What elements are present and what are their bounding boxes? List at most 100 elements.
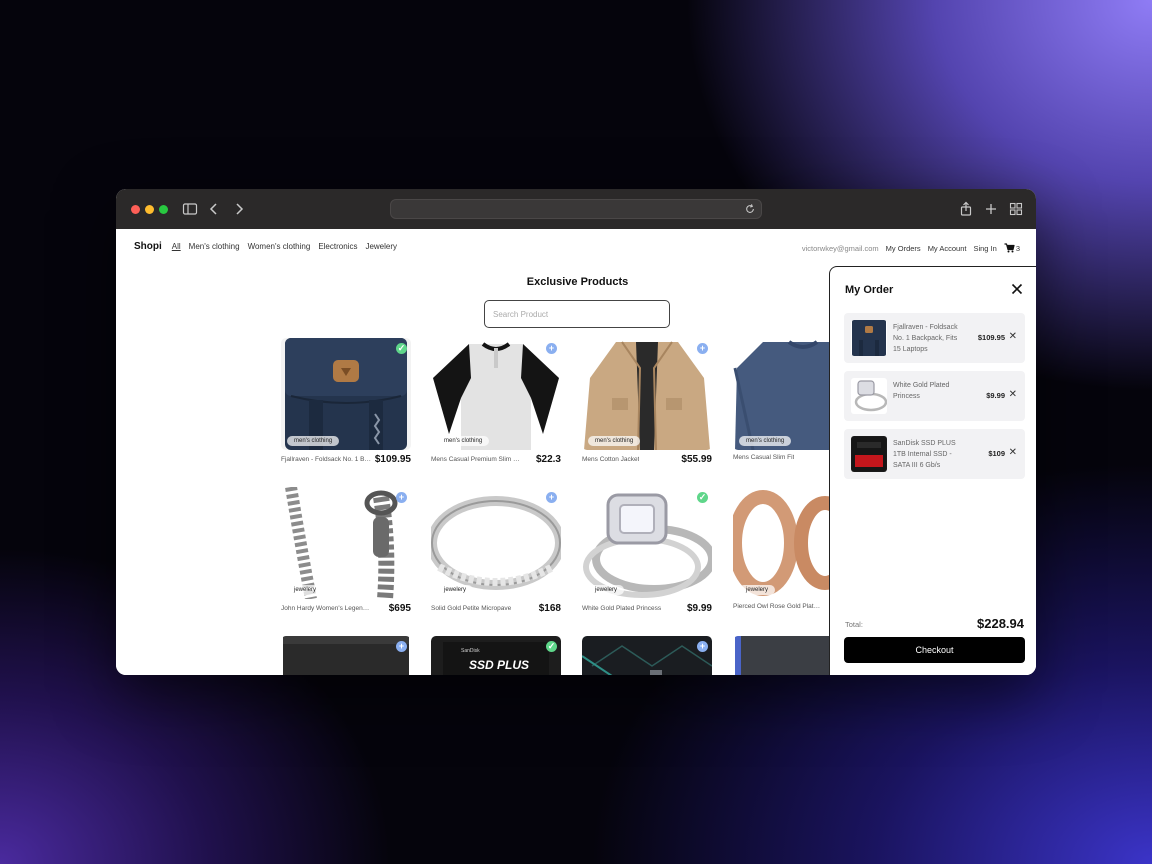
category-tag: jewelery <box>437 585 474 595</box>
add-icon[interactable]: + <box>697 641 708 652</box>
product-image[interactable]: men's clothing ✓ <box>281 338 411 450</box>
product-image[interactable]: men's clothing + <box>582 338 712 450</box>
gaming-drive-image <box>582 636 712 675</box>
check-icon[interactable]: ✓ <box>546 641 557 652</box>
nav-link-all[interactable]: All <box>172 242 181 251</box>
brand-logo[interactable]: Shopi <box>134 241 162 252</box>
forward-icon[interactable] <box>231 201 247 217</box>
nav-link-electronics[interactable]: Electronics <box>318 242 357 251</box>
close-icon[interactable] <box>1010 282 1024 296</box>
product-card[interactable]: jewelery + Solid Gold Petite Micropave $… <box>431 487 561 614</box>
main-nav: Shopi All Men's clothing Women's clothin… <box>134 241 397 252</box>
reload-icon[interactable] <box>744 203 756 215</box>
category-tag: men's clothing <box>437 436 490 446</box>
order-item: SanDisk SSD PLUS 1TB Internal SSD - SATA… <box>844 429 1025 479</box>
remove-item-icon[interactable]: ✕ <box>1009 331 1017 342</box>
ssd-model-text: SSD PLUS <box>469 658 529 672</box>
product-card[interactable]: men's clothing ✓ Fjallraven - Foldsack N… <box>281 338 411 465</box>
product-card[interactable]: SanDisk SSD PLUS ✓ <box>431 636 561 675</box>
share-icon[interactable] <box>958 201 974 217</box>
ssd-thumbnail-icon <box>852 437 886 471</box>
add-icon[interactable]: + <box>396 641 407 652</box>
category-tag: jewelery <box>287 585 324 595</box>
order-item-thumbnail <box>851 378 887 414</box>
product-image[interactable]: + <box>582 636 712 675</box>
backpack-image <box>285 338 407 450</box>
category-tag: men's clothing <box>588 436 641 446</box>
browser-toolbar <box>116 189 1036 229</box>
total-label: Total: <box>845 620 863 629</box>
user-email: victorwkey@gmail.com <box>801 243 879 253</box>
product-card[interactable]: men's clothing + Mens Casual Premium Sli… <box>431 338 561 465</box>
my-account-link[interactable]: My Account <box>928 244 967 253</box>
category-tag: men's clothing <box>287 436 340 446</box>
add-icon[interactable]: + <box>546 492 557 503</box>
order-panel-title: My Order <box>845 284 894 296</box>
order-item: Fjallraven - Foldsack No. 1 Backpack, Fi… <box>844 313 1025 363</box>
order-item-name: SanDisk SSD PLUS 1TB Internal SSD - SATA… <box>893 440 956 469</box>
product-price: $109.95 <box>374 454 411 465</box>
product-image[interactable]: + <box>281 636 411 675</box>
nav-link-womens-clothing[interactable]: Women's clothing <box>248 242 311 251</box>
remove-item-icon[interactable]: ✕ <box>1009 389 1017 400</box>
category-tag: men's clothing <box>739 436 792 446</box>
category-tag: jewelery <box>588 585 625 595</box>
order-item-thumbnail <box>851 320 887 356</box>
account-nav: victorwkey@gmail.com My Orders My Accoun… <box>802 243 1020 253</box>
search-input[interactable] <box>484 300 670 328</box>
add-icon[interactable]: + <box>697 343 708 354</box>
order-item-name: White Gold Plated Princess <box>893 382 950 400</box>
cart-count: 3 <box>1015 243 1020 253</box>
sidebar-icon[interactable] <box>182 201 198 217</box>
minimize-window-button[interactable] <box>145 205 154 214</box>
category-tag: jewelery <box>739 585 776 595</box>
cart-button[interactable]: 3 <box>1004 243 1020 253</box>
bracelet-image <box>285 487 398 599</box>
zoom-window-button[interactable] <box>159 205 168 214</box>
remove-item-icon[interactable]: ✕ <box>1009 447 1017 458</box>
ssd-brand-text: SanDisk <box>461 648 480 654</box>
product-title: Solid Gold Petite Micropave <box>431 605 512 612</box>
product-title: Mens Casual Slim Fit <box>733 454 795 461</box>
page-viewport: Shopi All Men's clothing Women's clothin… <box>116 229 1036 675</box>
order-item-thumbnail <box>851 436 887 472</box>
new-tab-icon[interactable] <box>983 201 999 217</box>
product-card[interactable]: men's clothing + Mens Cotton Jacket $55.… <box>582 338 712 465</box>
princess-ring-image <box>583 493 712 598</box>
ssd-image: SanDisk SSD PLUS <box>431 636 561 675</box>
product-card[interactable]: + <box>281 636 411 675</box>
total-value: $228.94 <box>977 616 1024 631</box>
check-icon[interactable]: ✓ <box>396 343 407 354</box>
address-bar[interactable] <box>390 199 762 219</box>
back-icon[interactable] <box>206 201 222 217</box>
product-price: $168 <box>538 603 561 614</box>
hard-drive-image <box>283 636 409 675</box>
add-icon[interactable]: + <box>396 492 407 503</box>
product-card[interactable]: + <box>582 636 712 675</box>
product-price: $22.3 <box>535 454 561 465</box>
product-title: Pierced Owl Rose Gold Plated Stainless S… <box>733 603 823 610</box>
product-image[interactable]: jewelery ✓ <box>582 487 712 599</box>
product-title: Mens Cotton Jacket <box>582 456 640 463</box>
sign-in-link[interactable]: Sing In <box>973 244 996 253</box>
product-image[interactable]: jewelery + <box>431 487 561 599</box>
check-icon[interactable]: ✓ <box>697 492 708 503</box>
product-price: $55.99 <box>681 454 712 465</box>
product-title: Fjallraven - Foldsack No. 1 Backpack, Fi… <box>281 456 371 463</box>
nav-link-mens-clothing[interactable]: Men's clothing <box>189 242 240 251</box>
checkout-button[interactable]: Checkout <box>844 637 1025 663</box>
close-window-button[interactable] <box>131 205 140 214</box>
product-image[interactable]: SanDisk SSD PLUS ✓ <box>431 636 561 675</box>
product-card[interactable]: jewelery ✓ White Gold Plated Princess $9… <box>582 487 712 614</box>
product-card[interactable]: jewelery + John Hardy Women's Legends Na… <box>281 487 411 614</box>
add-icon[interactable]: + <box>546 343 557 354</box>
product-image[interactable]: men's clothing + <box>431 338 561 450</box>
tab-overview-icon[interactable] <box>1008 201 1024 217</box>
jacket-image <box>584 341 710 450</box>
nav-link-jewelery[interactable]: Jewelery <box>365 242 397 251</box>
product-title: John Hardy Women's Legends Naga Gold & S… <box>281 605 371 612</box>
my-orders-link[interactable]: My Orders <box>886 244 921 253</box>
order-item-name: Fjallraven - Foldsack No. 1 Backpack, Fi… <box>893 324 958 353</box>
product-image[interactable]: jewelery + <box>281 487 411 599</box>
ring-image <box>431 496 561 590</box>
